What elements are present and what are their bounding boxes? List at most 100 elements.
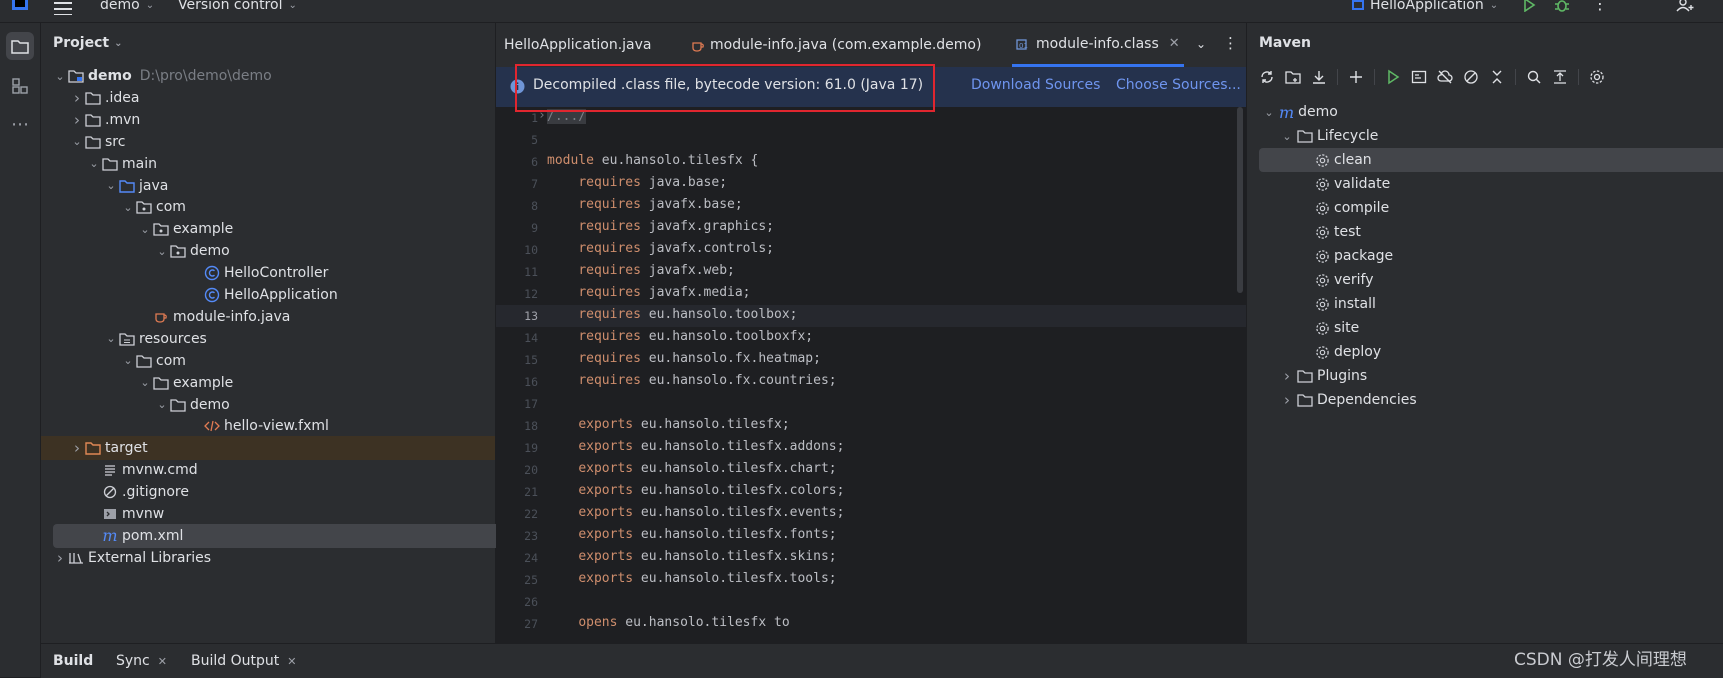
keyword: exports xyxy=(578,439,634,454)
chevron-down-icon[interactable]: ⌄ xyxy=(138,376,152,389)
project-tree-item[interactable]: mvnw xyxy=(41,502,495,526)
chevron-right-icon[interactable]: › xyxy=(53,549,67,567)
chevron-down-icon[interactable]: ⌄ xyxy=(1261,106,1277,119)
more-tools-icon[interactable]: ⋯ xyxy=(6,110,34,138)
maven-tree-item[interactable]: package xyxy=(1297,244,1393,268)
plus-icon[interactable] xyxy=(1348,69,1364,85)
chevron-down-icon[interactable]: ⌄ xyxy=(87,157,101,170)
project-tool-button[interactable] xyxy=(6,32,34,60)
maven-tree-item[interactable]: install xyxy=(1297,292,1376,316)
project-tree-item[interactable]: ⌄ java xyxy=(41,174,495,198)
tab-more-icon[interactable]: ⋮ xyxy=(1223,34,1238,52)
chevron-right-icon[interactable]: › xyxy=(70,111,84,129)
maven-tree-item[interactable]: clean xyxy=(1297,148,1372,172)
chevron-down-icon[interactable]: ⌄ xyxy=(1279,130,1295,143)
tab-module-info-class[interactable]: 01 module-info.class ✕ xyxy=(1012,23,1184,67)
download-sources-link[interactable]: Download Sources xyxy=(971,77,1100,93)
more-actions-icon[interactable]: ⋮ xyxy=(1592,0,1608,13)
analyze-dependencies-icon[interactable] xyxy=(1526,69,1542,85)
add-maven-project-icon[interactable] xyxy=(1285,69,1301,85)
project-tree-item[interactable]: › External Libraries xyxy=(41,546,495,570)
maven-tree-item[interactable]: ⌄ m demo xyxy=(1261,100,1337,124)
project-tree-item[interactable]: hello-view.fxml xyxy=(41,414,495,438)
chevron-right-icon[interactable]: › xyxy=(1279,367,1295,385)
tab-sync[interactable]: Sync ✕ xyxy=(116,644,167,678)
chevron-down-icon[interactable]: ⌄ xyxy=(155,245,169,258)
project-tree-item[interactable]: ⌄ example xyxy=(41,371,495,395)
editor-scrollbar[interactable] xyxy=(1237,107,1243,293)
project-tree-item[interactable]: ⌄ main xyxy=(41,152,495,176)
maven-tree-item[interactable]: test xyxy=(1297,220,1361,244)
project-tree-item[interactable]: ⌄ demo xyxy=(41,393,495,417)
project-tree-item[interactable]: › target xyxy=(41,436,495,461)
run-icon[interactable] xyxy=(1522,0,1536,12)
chevron-down-icon[interactable]: ⌄ xyxy=(70,135,84,148)
close-icon[interactable]: ✕ xyxy=(158,655,167,668)
choose-sources-link[interactable]: Choose Sources... xyxy=(1116,77,1241,93)
chevron-down-icon[interactable]: ⌄ xyxy=(155,398,169,411)
chevron-right-icon[interactable]: › xyxy=(1279,391,1295,409)
project-tree-item[interactable]: ⌄ demo xyxy=(41,239,495,263)
maven-tree-item[interactable]: validate xyxy=(1297,172,1390,196)
structure-tool-button[interactable] xyxy=(6,72,34,100)
maven-tree-item[interactable]: ⌄ Lifecycle xyxy=(1279,124,1378,148)
reload-icon[interactable] xyxy=(1259,69,1275,85)
maven-tree-item[interactable]: deploy xyxy=(1297,340,1381,364)
line-number: 19 xyxy=(524,441,538,455)
chevron-down-icon[interactable]: ⌄ xyxy=(138,223,152,236)
line-number: 17 xyxy=(524,397,538,411)
maven-tree-item[interactable]: › Plugins xyxy=(1279,364,1367,388)
project-tree-item[interactable]: module-info.java xyxy=(41,305,495,329)
close-icon[interactable]: ✕ xyxy=(287,655,296,668)
project-tree-item[interactable]: .gitignore xyxy=(41,480,495,504)
project-tree-item[interactable]: ⌄ com xyxy=(41,195,495,219)
code-editor[interactable]: 1/.../5 6 module eu.hansolo.tilesfx {7 req… xyxy=(496,107,1246,643)
tab-module-info-java[interactable]: module-info.java (com.example.demo) xyxy=(691,23,981,67)
offline-icon[interactable] xyxy=(1437,69,1453,85)
project-tree-item[interactable]: ⌄ src xyxy=(41,130,495,154)
tab-build-output[interactable]: Build Output ✕ xyxy=(191,644,296,678)
project-tree-item[interactable]: HelloController xyxy=(41,261,495,285)
project-tree-item[interactable]: HelloApplication xyxy=(41,283,495,307)
gear-icon[interactable] xyxy=(1589,69,1605,85)
project-tree-item[interactable]: ⌄ com xyxy=(41,349,495,373)
add-user-icon[interactable] xyxy=(1676,0,1694,12)
app-logo-icon[interactable] xyxy=(12,0,28,10)
project-tree-item-label: example xyxy=(173,221,234,238)
maven-tree-item[interactable]: verify xyxy=(1297,268,1374,292)
tab-build[interactable]: Build xyxy=(53,644,93,678)
project-tree-item[interactable]: ⌄ example xyxy=(41,217,495,241)
project-tree-item[interactable]: mvnw.cmd xyxy=(41,458,495,482)
project-tree-item[interactable]: m pom.xml xyxy=(53,523,525,548)
vcs-widget[interactable]: Version control ⌄ xyxy=(178,0,297,14)
download-icon[interactable] xyxy=(1311,69,1327,85)
chevron-right-icon[interactable]: › xyxy=(70,89,84,107)
debug-icon[interactable] xyxy=(1554,0,1570,12)
maven-tree-item[interactable]: compile xyxy=(1297,196,1389,220)
project-tree-item[interactable]: › .idea xyxy=(41,86,495,110)
tab-hello-application[interactable]: HelloApplication.java xyxy=(504,23,652,67)
close-icon[interactable]: ✕ xyxy=(1169,36,1180,51)
project-tree-item[interactable]: › .mvn xyxy=(41,108,495,132)
run-config-selector[interactable]: HelloApplication ⌄ xyxy=(1352,0,1498,14)
chevron-down-icon[interactable]: ⌄ xyxy=(121,354,135,367)
project-tree-item[interactable]: ⌄ demo D:\pro\demo\demo xyxy=(41,64,495,88)
maven-tree-item[interactable]: › Dependencies xyxy=(1279,388,1417,412)
collapse-icon[interactable] xyxy=(1489,69,1505,85)
chevron-down-icon[interactable]: ⌄ xyxy=(53,70,67,83)
chevron-down-icon[interactable]: ⌄ xyxy=(121,201,135,214)
project-switcher[interactable]: demo ⌄ xyxy=(100,0,154,14)
skip-tests-icon[interactable] xyxy=(1463,69,1479,85)
run-icon[interactable] xyxy=(1385,69,1401,85)
maven-tree-item[interactable]: site xyxy=(1297,316,1359,340)
project-tree-item[interactable]: ⌄ resources xyxy=(41,327,495,351)
execute-goal-icon[interactable] xyxy=(1411,69,1427,85)
show-dependencies-icon[interactable] xyxy=(1552,69,1568,85)
chevron-down-icon[interactable]: ⌄ xyxy=(104,179,118,192)
chevron-down-icon[interactable]: ⌄ xyxy=(104,332,118,345)
project-tree-item-label: HelloApplication xyxy=(224,287,338,303)
tab-list-chevron-icon[interactable]: ⌄ xyxy=(1196,37,1206,51)
chevron-right-icon[interactable]: › xyxy=(70,439,84,457)
main-menu-icon[interactable] xyxy=(54,1,72,15)
project-panel-header[interactable]: Project ⌄ xyxy=(53,35,122,51)
